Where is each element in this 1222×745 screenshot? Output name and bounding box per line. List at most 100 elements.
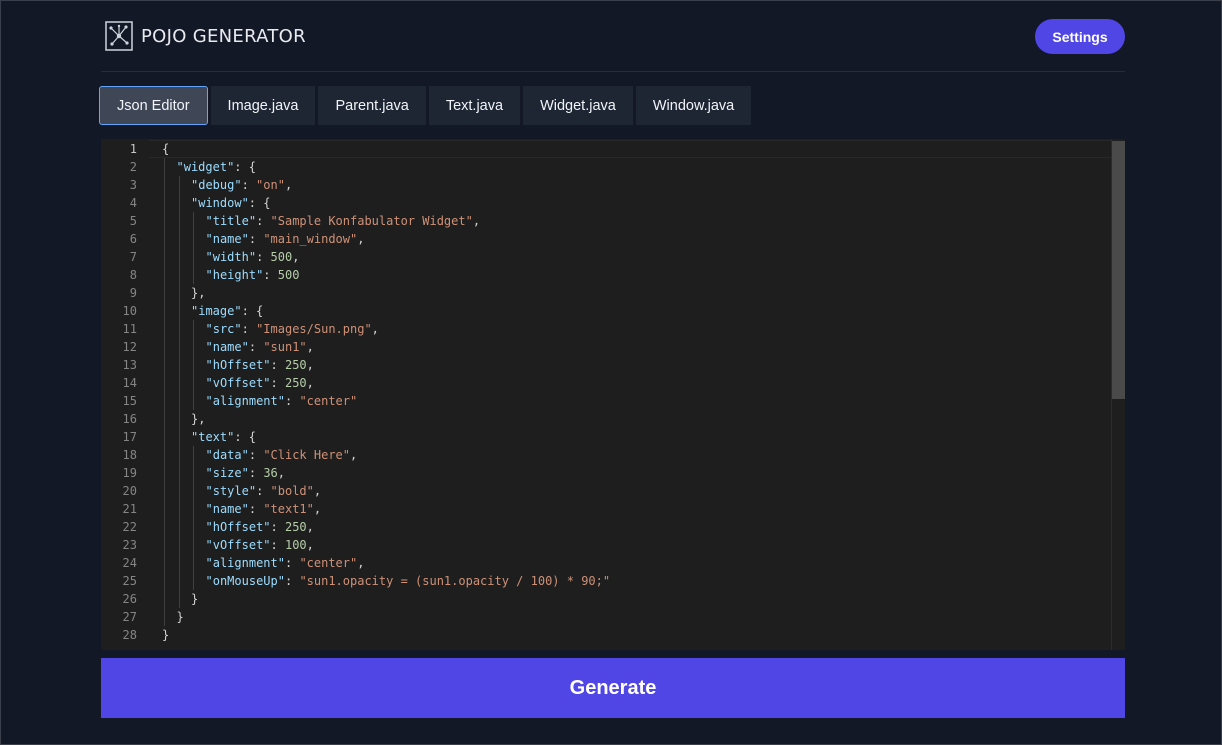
code-line: "alignment": "center", — [162, 554, 1111, 572]
indent-guide — [164, 230, 165, 248]
json-punctuation: : — [248, 340, 264, 354]
indent-guide — [193, 230, 194, 248]
indent-guide — [164, 176, 165, 194]
json-key: "width" — [205, 250, 257, 264]
indent-guide — [193, 464, 194, 482]
line-number: 19 — [122, 466, 137, 480]
line-number: 8 — [129, 268, 137, 282]
json-punctuation: : { — [234, 160, 256, 174]
scrollbar-thumb[interactable] — [1112, 141, 1125, 399]
tab-text-java[interactable]: Text.java — [428, 86, 521, 125]
indent-guide — [178, 266, 180, 284]
json-key: "text" — [191, 430, 235, 444]
line-number: 28 — [122, 628, 137, 642]
indent-guide — [193, 446, 194, 464]
json-punctuation: : — [270, 358, 285, 372]
line-number: 26 — [122, 592, 137, 606]
indent-guide — [164, 590, 165, 608]
json-key: "size" — [205, 466, 249, 480]
json-key: "src" — [205, 322, 242, 336]
indent-guide — [193, 212, 194, 230]
code-line: "vOffset": 100, — [162, 536, 1111, 554]
indent-guide — [193, 554, 194, 572]
line-number: 6 — [129, 232, 137, 246]
indent-guide — [178, 482, 180, 500]
json-key: "vOffset" — [205, 376, 271, 390]
line-number: 4 — [129, 196, 137, 210]
line-number: 9 — [129, 286, 137, 300]
json-punctuation: : { — [248, 196, 271, 210]
json-key: "widget" — [176, 160, 235, 174]
settings-button[interactable]: Settings — [1035, 19, 1125, 54]
json-punctuation: : { — [234, 430, 257, 444]
indent-guide — [164, 158, 165, 176]
json-key: "vOffset" — [205, 538, 271, 552]
json-punctuation: }, — [191, 286, 206, 300]
json-punctuation: , — [472, 214, 481, 228]
code-line: "onMouseUp": "sun1.opacity = (sun1.opaci… — [162, 572, 1111, 590]
line-number: 7 — [129, 250, 137, 264]
indent-guide — [178, 302, 180, 320]
indent-guide — [178, 320, 180, 338]
indent-guide — [193, 356, 194, 374]
json-punctuation: : — [248, 232, 264, 246]
code-line: "style": "bold", — [162, 482, 1111, 500]
indent-guide — [178, 230, 180, 248]
editor-scrollbar[interactable] — [1111, 139, 1125, 650]
tab-image-java[interactable]: Image.java — [210, 86, 316, 125]
tab-json-editor[interactable]: Json Editor — [99, 86, 208, 125]
app-window: POJO GENERATOR Settings Json Editor Imag… — [0, 0, 1222, 745]
indent-guide — [178, 392, 180, 410]
line-number: 13 — [122, 358, 137, 372]
line-number: 12 — [122, 340, 137, 354]
json-punctuation: : — [284, 574, 300, 588]
json-string: "sun1.opacity = (sun1.opacity / 100) * 9… — [299, 574, 611, 588]
indent-guide — [178, 212, 180, 230]
json-number: 500 — [277, 268, 300, 282]
indent-guide — [164, 464, 165, 482]
json-punctuation: : — [284, 556, 300, 570]
code-line: "window": { — [162, 194, 1111, 212]
json-key: "window" — [191, 196, 249, 210]
json-string: "Images/Sun.png" — [256, 322, 372, 336]
json-string: "sun1" — [263, 340, 307, 354]
code-line: "height": 500 — [162, 266, 1111, 284]
code-content[interactable]: {"widget": {"debug": "on", "window": {"ti… — [162, 139, 1111, 644]
indent-guide — [164, 428, 165, 446]
indent-guide — [164, 500, 165, 518]
code-line: "title": "Sample Konfabulator Widget", — [162, 212, 1111, 230]
json-punctuation: , — [371, 322, 379, 336]
code-line: } — [162, 626, 1111, 644]
tab-parent-java[interactable]: Parent.java — [318, 86, 426, 125]
json-punctuation: : — [270, 376, 285, 390]
logo[interactable]: POJO GENERATOR — [105, 21, 306, 51]
indent-guide — [193, 374, 194, 392]
json-key: "debug" — [191, 178, 242, 192]
tab-window-java[interactable]: Window.java — [635, 86, 752, 125]
tab-widget-java[interactable]: Widget.java — [523, 86, 633, 125]
indent-guide — [193, 518, 194, 536]
json-punctuation: , — [284, 178, 293, 192]
indent-guide — [193, 500, 194, 518]
indent-guide — [164, 482, 165, 500]
indent-guide — [164, 212, 165, 230]
indent-guide — [164, 338, 165, 356]
code-line: "data": "Click Here", — [162, 446, 1111, 464]
line-number: 24 — [122, 556, 137, 570]
json-punctuation: : — [248, 448, 264, 462]
json-punctuation: : — [248, 502, 264, 516]
indent-guide — [193, 266, 194, 284]
indent-guide — [164, 392, 165, 410]
line-number: 11 — [122, 322, 137, 336]
json-punctuation: , — [306, 358, 314, 372]
generate-button[interactable]: Generate — [101, 658, 1125, 718]
indent-guide — [164, 302, 165, 320]
json-string: "text1" — [263, 502, 314, 516]
code-line: "vOffset": 250, — [162, 374, 1111, 392]
json-punctuation: } — [176, 610, 184, 624]
indent-guide — [178, 374, 180, 392]
json-key: "alignment" — [205, 394, 285, 408]
indent-guide — [164, 320, 165, 338]
code-line: "debug": "on", — [162, 176, 1111, 194]
json-code-editor[interactable]: 1 2 3 4 5 6 7 8 9 10 11 12 13 14 15 16 17 18 19 20 21 22 23 24 2… — [101, 139, 1125, 650]
